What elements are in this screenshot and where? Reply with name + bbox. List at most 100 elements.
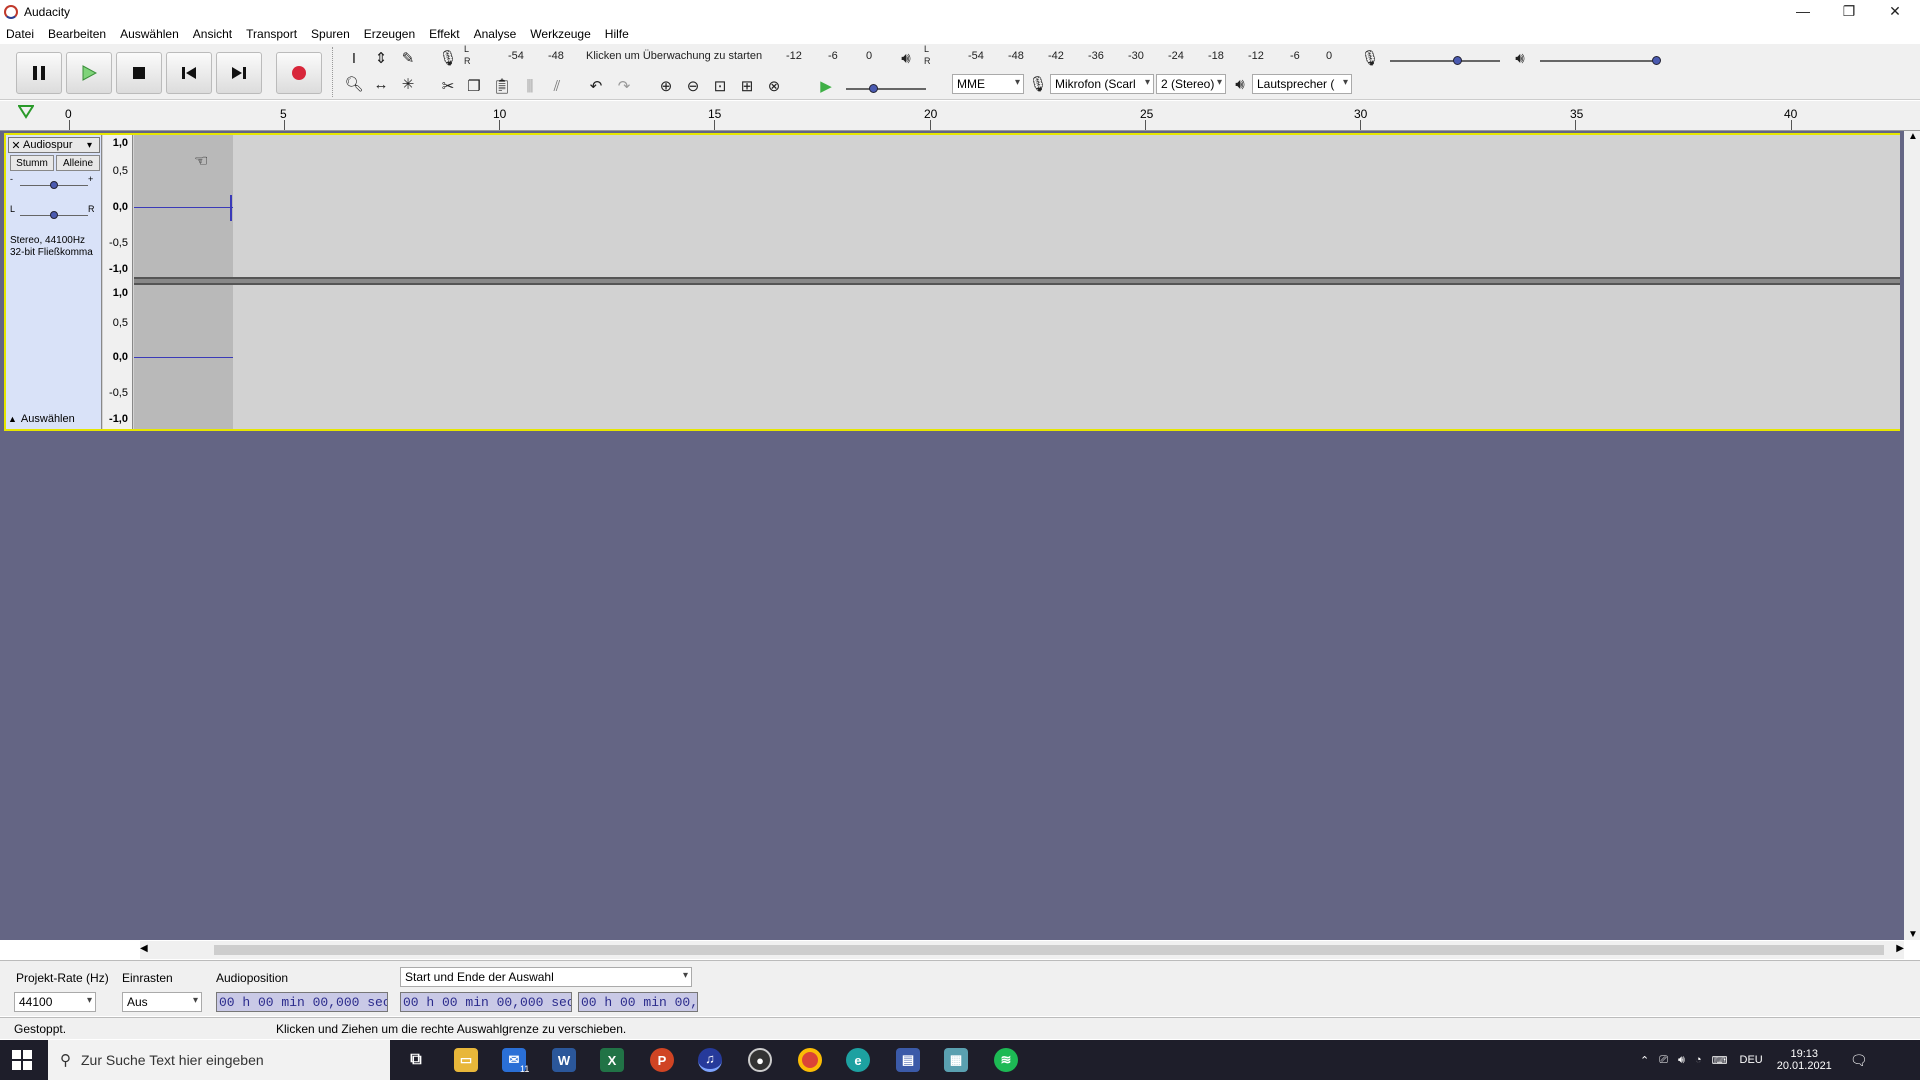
track-name-menu[interactable]: ✕ Audiospur ▾ [8,137,100,153]
minimize-button[interactable]: — [1780,0,1826,22]
edge-icon[interactable]: e [846,1048,870,1072]
zoom-tool-icon[interactable]: 🔍︎ [342,72,366,96]
menu-transport[interactable]: Transport [246,27,297,41]
scroll-left-icon[interactable]: ◀ [140,943,148,954]
powerpoint-icon[interactable]: P [650,1048,674,1072]
audacity-taskbar-icon[interactable]: ♫ [698,1048,722,1072]
app-icon[interactable]: ▤ [896,1048,920,1072]
skip-to-end-button[interactable] [216,52,262,94]
record-button[interactable] [276,52,322,94]
output-volume-slider[interactable] [1540,60,1660,62]
pan-slider-thumb[interactable] [50,211,58,219]
chrome-icon[interactable] [798,1048,822,1072]
menu-auswaehlen[interactable]: Auswählen [120,27,179,41]
menu-erzeugen[interactable]: Erzeugen [364,27,415,41]
microphone-meter-icon[interactable]: 🎙︎ [436,46,460,70]
restore-button[interactable]: ❐ [1826,0,1872,22]
pause-button[interactable] [16,52,62,94]
horizontal-scrollbar[interactable]: ◀ ▶ [140,941,1904,959]
spotify-icon[interactable]: ≋ [994,1048,1018,1072]
obs-icon[interactable]: ● [748,1048,772,1072]
menu-analyse[interactable]: Analyse [474,27,517,41]
file-explorer-icon[interactable]: ▭ [454,1048,478,1072]
tray-overflow-icon[interactable]: ⌃ [1640,1054,1649,1067]
mute-button[interactable]: Stumm [10,155,54,171]
wifi-icon[interactable]: ◔ [1695,1054,1702,1066]
clock[interactable]: 19:13 20.01.2021 [1777,1048,1832,1072]
excel-icon[interactable]: X [600,1048,624,1072]
paste-icon[interactable]: 📋︎ [490,74,514,98]
select-track-button[interactable]: ▲ Auswählen [8,411,92,427]
rec-meter-prompt[interactable]: Klicken um Überwachung zu starten [586,50,762,62]
envelope-tool-icon[interactable]: ⇕ [369,46,393,70]
play-button[interactable] [66,52,112,94]
play-speed-thumb[interactable] [869,84,878,93]
taskbar-search[interactable]: ⚲ Zur Suche Text hier eingeben [48,1040,390,1080]
audio-host-select[interactable]: MME ▾ [952,74,1024,94]
silence-icon[interactable]: ⫽ [545,74,569,98]
timeshift-tool-icon[interactable]: ↔ [369,72,393,96]
word-icon[interactable]: W [552,1048,576,1072]
scroll-right-icon[interactable]: ▶ [1896,943,1904,954]
horizontal-scroll-thumb[interactable] [214,945,1884,955]
input-volume-thumb[interactable] [1453,56,1462,65]
skip-to-start-button[interactable] [166,52,212,94]
output-volume-thumb[interactable] [1652,56,1661,65]
menu-werkzeuge[interactable]: Werkzeuge [530,27,590,41]
keyboard-icon[interactable]: ⌨ [1712,1054,1728,1067]
notepad-icon[interactable]: ▦ [944,1048,968,1072]
waveform-left-channel[interactable]: ☜ [134,135,1900,277]
menu-datei[interactable]: Datei [6,27,34,41]
audio-position-field[interactable]: 00 h 00 min 00,000 sec [216,992,388,1012]
zoom-toggle-icon[interactable]: ⊗ [762,74,786,98]
copy-icon[interactable]: ❐ [462,74,486,98]
start-button[interactable] [12,1050,32,1070]
menu-ansicht[interactable]: Ansicht [193,27,232,41]
language-indicator[interactable]: DEU [1740,1054,1763,1066]
cut-icon[interactable]: ✂ [436,74,460,98]
track-area[interactable]: ✕ Audiospur ▾ Stumm Alleine - + L R Ster… [0,131,1920,940]
audio-track[interactable]: ✕ Audiospur ▾ Stumm Alleine - + L R Ster… [4,133,1900,431]
fit-project-icon[interactable]: ⊞ [735,74,759,98]
selection-mode-select[interactable]: Start und Ende der Auswahl ▾ [400,967,692,987]
network-icon[interactable]: ⎚ [1659,1054,1668,1067]
input-device-select[interactable]: Mikrofon (Scarl ▾ [1050,74,1154,94]
zoom-in-icon[interactable]: ⊕ [654,74,678,98]
menu-bearbeiten[interactable]: Bearbeiten [48,27,106,41]
play-speed-slider[interactable] [846,88,926,90]
selection-tool-icon[interactable]: I [342,46,366,70]
fit-selection-icon[interactable]: ⊡ [708,74,732,98]
menu-hilfe[interactable]: Hilfe [605,27,629,41]
scroll-up-icon[interactable]: ▲ [1908,131,1918,142]
menu-effekt[interactable]: Effekt [429,27,459,41]
speaker-meter-icon[interactable]: 🔊︎ [894,46,918,70]
solo-button[interactable]: Alleine [56,155,100,171]
input-channels-select[interactable]: 2 (Stereo) ▾ [1156,74,1226,94]
redo-icon[interactable]: ↷ [612,74,636,98]
input-volume-slider[interactable] [1390,60,1500,62]
undo-icon[interactable]: ↶ [584,74,608,98]
task-view-icon[interactable]: ⧉ [404,1048,428,1072]
scroll-down-icon[interactable]: ▼ [1908,929,1918,940]
draw-tool-icon[interactable]: ✎ [396,46,420,70]
menu-spuren[interactable]: Spuren [311,27,350,41]
snap-select[interactable]: Aus ▾ [122,992,202,1012]
vertical-scrollbar[interactable]: ▲ ▼ [1904,131,1920,940]
selection-end-field[interactable]: 00 h 00 min 00,0 [578,992,698,1012]
close-button[interactable]: ✕ [1872,0,1918,22]
zoom-out-icon[interactable]: ⊖ [681,74,705,98]
project-rate-select[interactable]: 44100 ▾ [14,992,96,1012]
timeline-ruler[interactable]: 0 5 10 15 20 25 30 35 40 [0,101,1920,131]
selection-region[interactable] [134,135,233,277]
waveform-right-channel[interactable] [134,285,1900,429]
play-at-speed-icon[interactable]: ▶ [814,74,838,98]
track-menu-chevron-icon[interactable]: ▾ [87,140,99,151]
timeline-options-icon[interactable] [18,105,34,119]
stop-button[interactable] [116,52,162,94]
gain-slider-thumb[interactable] [50,181,58,189]
close-track-icon[interactable]: ✕ [9,139,23,152]
selection-start-field[interactable]: 00 h 00 min 00,000 sec [400,992,572,1012]
volume-icon[interactable]: 🔊︎ [1678,1054,1685,1067]
notifications-icon[interactable]: 🗨︎ [1850,1052,1868,1069]
trim-icon[interactable]: ⫼ [518,74,542,98]
